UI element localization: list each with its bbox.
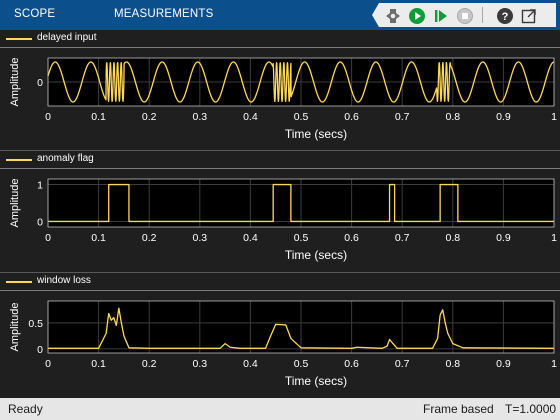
status-simulation-time: T=1.0000 xyxy=(505,402,557,416)
x-tick-label: 0.9 xyxy=(496,111,511,123)
x-tick-label: 0.2 xyxy=(142,232,157,244)
y-tick-label: 0 xyxy=(37,216,43,228)
x-tick-label: 0.8 xyxy=(445,111,460,123)
x-tick-label: 0.4 xyxy=(243,232,258,244)
x-tick-label: 1 xyxy=(551,232,557,244)
step-forward-icon[interactable] xyxy=(432,7,450,25)
status-bar: Ready Frame based T=1.0000 xyxy=(0,398,560,420)
stop-icon[interactable] xyxy=(456,7,474,25)
toolbar-separator xyxy=(482,7,483,23)
x-tick-label: 0.5 xyxy=(294,232,309,244)
legend-label: delayed input xyxy=(37,32,97,43)
x-tick-label: 0 xyxy=(45,232,51,244)
quick-access-toolbar: ? xyxy=(372,3,556,27)
x-tick-label: 0.1 xyxy=(91,111,106,123)
x-tick-label: 0.7 xyxy=(395,358,410,370)
toolstrip-header: SCOPE MEASUREMENTS ? xyxy=(0,0,560,30)
y-tick-label: 0 xyxy=(37,344,43,356)
x-tick-label: 0.3 xyxy=(192,358,207,370)
legend-delayed-input[interactable]: delayed input xyxy=(0,30,560,48)
window-loss-plot[interactable]: 0 0.1 0.2 0.3 0.4 0.5 0.6 0.7 0.8 0.9 1 0 0.5 Amplitu… xyxy=(0,291,560,396)
status-ready: Ready xyxy=(8,402,43,416)
x-tick-label: 0.6 xyxy=(344,232,359,244)
x-tick-label: 0.6 xyxy=(344,358,359,370)
y-tick-label: 0.5 xyxy=(28,318,43,330)
x-tick-label: 0.3 xyxy=(192,111,207,123)
tab-measurements[interactable]: MEASUREMENTS xyxy=(114,8,214,20)
x-axis-label: Time (secs) xyxy=(285,248,347,262)
help-icon[interactable]: ? xyxy=(496,7,514,25)
x-tick-label: 0.7 xyxy=(395,111,410,123)
x-tick-label: 0 xyxy=(45,358,51,370)
legend-window-loss[interactable]: window loss xyxy=(0,273,560,291)
legend-line-swatch xyxy=(6,38,32,40)
x-tick-label: 0.5 xyxy=(294,358,309,370)
status-frame-mode: Frame based xyxy=(423,402,494,416)
x-tick-label: 0.4 xyxy=(243,358,258,370)
x-tick-label: 0.6 xyxy=(344,111,359,123)
legend-line-swatch xyxy=(6,159,32,161)
legend-line-swatch xyxy=(6,281,32,283)
x-tick-label: 0 xyxy=(45,111,51,123)
x-tick-label: 0.9 xyxy=(496,358,511,370)
legend-label: window loss xyxy=(37,275,91,286)
run-icon[interactable] xyxy=(408,7,426,25)
y-tick-label: 1 xyxy=(37,180,43,192)
svg-text:?: ? xyxy=(502,11,509,23)
x-axis-label: Time (secs) xyxy=(285,127,347,141)
x-tick-label: 0.8 xyxy=(445,232,460,244)
tab-scope[interactable]: SCOPE xyxy=(14,8,55,20)
x-tick-label: 0.9 xyxy=(496,232,511,244)
y-axis-label: Amplitude xyxy=(9,179,21,228)
x-tick-label: 0.7 xyxy=(395,232,410,244)
y-axis-label: Amplitude xyxy=(9,58,21,107)
x-tick-label: 0.1 xyxy=(91,232,106,244)
highlight-simulink-block-icon[interactable] xyxy=(384,7,402,25)
delayed-input-plot[interactable]: 0 0.1 0.2 0.3 0.4 0.5 0.6 0.7 0.8 0.9 1 0 Amplitude T… xyxy=(0,48,560,148)
x-tick-label: 0.5 xyxy=(294,111,309,123)
legend-label: anomaly flag xyxy=(37,153,94,164)
x-tick-label: 1 xyxy=(551,358,557,370)
x-tick-label: 0.2 xyxy=(142,358,157,370)
x-tick-label: 0.3 xyxy=(192,232,207,244)
x-tick-label: 0.1 xyxy=(91,358,106,370)
y-tick-label: 0 xyxy=(37,77,43,89)
anomaly-flag-plot[interactable]: 0 0.1 0.2 0.3 0.4 0.5 0.6 0.7 0.8 0.9 1 0 1 Amplitude… xyxy=(0,169,560,269)
undock-icon[interactable] xyxy=(520,7,538,25)
x-tick-label: 0.8 xyxy=(445,358,460,370)
x-tick-label: 0.4 xyxy=(243,111,258,123)
x-axis-label: Time (secs) xyxy=(285,374,347,388)
legend-anomaly-flag[interactable]: anomaly flag xyxy=(0,151,560,169)
x-tick-label: 0.2 xyxy=(142,111,157,123)
x-tick-label: 1 xyxy=(551,111,557,123)
y-axis-label: Amplitude xyxy=(9,303,21,352)
